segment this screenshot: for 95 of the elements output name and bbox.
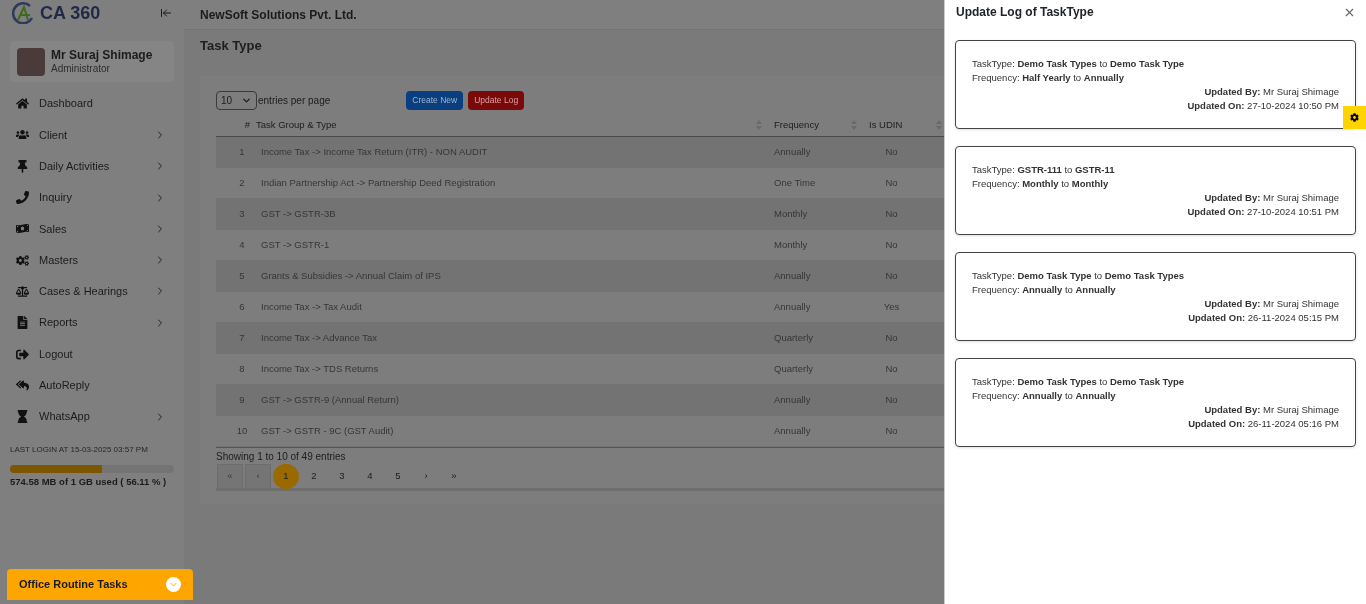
- chevron-down-icon: [241, 95, 252, 106]
- user-role: Administrator: [51, 62, 111, 75]
- gear-icon: [1350, 113, 1359, 122]
- pin-icon: [16, 159, 29, 173]
- banknote-icon: [16, 222, 29, 236]
- task-type-change: TaskType: Demo Task Types to Demo Task Type: [972, 57, 1186, 71]
- table-cell: Yes: [883, 300, 900, 312]
- drawer-title: Update Log of TaskType: [956, 4, 1094, 21]
- frequency-change: Frequency: Annually to Annually: [972, 283, 1117, 297]
- last-login: LAST LOGIN AT 15-03-2025 03:57 PM: [10, 444, 149, 457]
- logout-icon: [16, 347, 29, 361]
- column-header[interactable]: Is UDIN: [869, 118, 903, 133]
- action-button[interactable]: Create New: [406, 91, 464, 110]
- brand-name: CA 360: [40, 1, 101, 25]
- table-cell: GST -> GSTR - 9C (GST Audit): [261, 424, 394, 436]
- table-cell: GST -> GSTR-3B: [261, 207, 336, 219]
- page-link[interactable]: 1: [273, 463, 299, 489]
- page-link[interactable]: 2: [301, 463, 327, 489]
- updated-by: Updated By: Mr Suraj Shimage: [1204, 191, 1339, 205]
- scale-icon: [16, 284, 29, 298]
- nav-item[interactable]: AutoReply: [0, 369, 184, 401]
- updated-on: Updated On: 27-10-2024 10:50 PM: [1187, 99, 1339, 113]
- row-number: 4: [239, 238, 245, 250]
- storage-usage: 574.58 MB of 1 GB used ( 56.11 % ): [10, 475, 168, 490]
- document-icon: [16, 316, 29, 330]
- users-icon: [16, 128, 29, 142]
- action-button[interactable]: Update Log: [468, 91, 525, 110]
- table-cell: Annually: [774, 300, 811, 312]
- home-icon: [16, 97, 29, 111]
- table-cell: Annually: [774, 424, 811, 436]
- frequency-change: Frequency: Annually to Annually: [972, 389, 1117, 403]
- table-cell: Quarterly: [774, 362, 814, 374]
- row-number: 6: [239, 300, 245, 312]
- row-number: 8: [239, 362, 245, 374]
- row-number: 5: [239, 269, 245, 281]
- company-name: NewSoft Solutions Pvt. Ltd.: [200, 6, 357, 24]
- settings-button[interactable]: [1343, 106, 1366, 129]
- nav-item[interactable]: Sales: [0, 213, 184, 245]
- nav-item[interactable]: Client: [0, 119, 184, 151]
- table-info: Showing 1 to 10 of 49 entries: [216, 450, 347, 464]
- nav-item[interactable]: Cases & Hearings: [0, 275, 184, 308]
- updated-by: Updated By: Mr Suraj Shimage: [1204, 403, 1339, 417]
- frequency-change: Frequency: Monthly to Monthly: [972, 177, 1110, 191]
- phone-icon: [16, 191, 29, 205]
- page-link[interactable]: ›: [413, 463, 439, 489]
- updated-on: Updated On: 26-11-2024 05:16 PM: [1188, 417, 1339, 431]
- column-header[interactable]: Frequency: [774, 118, 819, 133]
- user-name: Mr Suraj Shimage: [51, 48, 153, 62]
- table-cell: Monthly: [774, 238, 808, 250]
- page-link[interactable]: 5: [385, 463, 411, 489]
- row-number: 7: [239, 331, 245, 343]
- table-cell: Indian Partnership Act -> Partnership Deed Registration: [261, 176, 496, 188]
- task-type-change: TaskType: Demo Task Type to Demo Task Types: [972, 269, 1186, 283]
- avatar-placeholder: [17, 47, 45, 76]
- column-header[interactable]: Task Group & Type: [256, 118, 337, 133]
- page-link[interactable]: »: [441, 463, 467, 489]
- table-cell: No: [885, 362, 898, 374]
- hourglass-icon: [16, 410, 29, 424]
- collapse-icon[interactable]: [160, 7, 172, 19]
- page-title: Task Type: [200, 37, 263, 55]
- table-cell: No: [885, 238, 898, 250]
- task-type-change: TaskType: GSTR-111 to GSTR-11: [972, 163, 1116, 177]
- table-cell: Income Tax -> TDS Returns: [261, 362, 379, 374]
- nav-item[interactable]: Daily Activities: [0, 150, 184, 182]
- nav-item[interactable]: Masters: [0, 244, 184, 276]
- routine-tasks-button[interactable]: Office Routine Tasks: [7, 569, 193, 600]
- task-type-change: TaskType: Demo Task Types to Demo Task Type: [972, 375, 1186, 389]
- page-size-label: entries per page: [258, 94, 331, 108]
- nav-item[interactable]: Logout: [0, 338, 184, 370]
- row-number: 9: [239, 393, 245, 405]
- row-number: 2: [239, 176, 245, 188]
- nav-item[interactable]: Inquiry: [0, 181, 184, 214]
- updated-by: Updated By: Mr Suraj Shimage: [1204, 85, 1339, 99]
- updated-on: Updated On: 27-10-2024 10:51 PM: [1187, 205, 1339, 219]
- table-cell: No: [885, 176, 898, 188]
- updated-by: Updated By: Mr Suraj Shimage: [1204, 297, 1339, 311]
- row-number: 10: [236, 424, 248, 436]
- table-cell: Quarterly: [774, 331, 814, 343]
- page-link[interactable]: 3: [329, 463, 355, 489]
- table-cell: No: [885, 424, 898, 436]
- gears-icon: [16, 253, 29, 267]
- column-header[interactable]: #: [244, 118, 250, 133]
- page-size-select[interactable]: 10: [216, 91, 257, 110]
- table-cell: GST -> GSTR-1: [261, 238, 330, 250]
- table-cell: Income Tax -> Tax Audit: [261, 300, 362, 312]
- updated-on: Updated On: 26-11-2024 05:15 PM: [1188, 311, 1339, 325]
- table-cell: One Time: [774, 176, 816, 188]
- table-cell: Monthly: [774, 207, 808, 219]
- reply-icon: [16, 378, 29, 392]
- page-link[interactable]: 4: [357, 463, 383, 489]
- chevron-down-icon: [166, 577, 181, 592]
- nav-item[interactable]: Reports: [0, 307, 184, 339]
- frequency-change: Frequency: Half Yearly to Annually: [972, 71, 1125, 85]
- nav-item[interactable]: Dashboard: [0, 88, 184, 120]
- nav-item[interactable]: WhatsApp: [0, 400, 184, 433]
